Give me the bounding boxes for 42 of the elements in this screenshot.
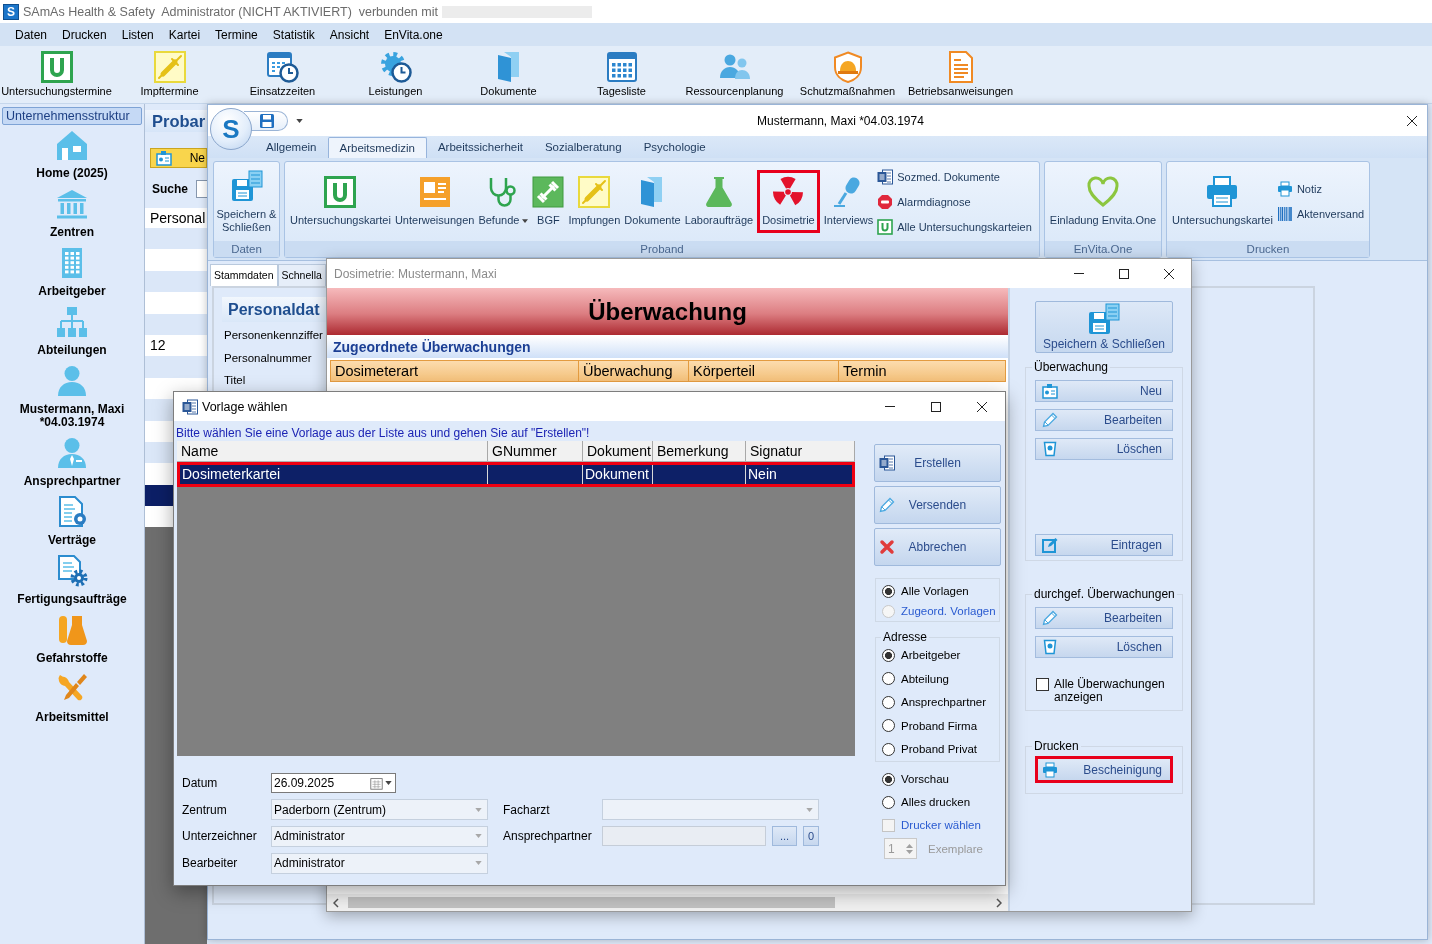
window-title: Mustermann, Maxi *04.03.1974 [756,113,925,128]
table-cell-text: Nein [747,465,778,484]
field-label: Ansprechpartner [503,829,593,844]
field-label: Personenkennziffer [223,328,323,343]
column-header: Überwachung [579,361,689,381]
group-label: Daten [214,241,279,257]
column-header: Körperteil [689,361,839,381]
section-title: Personaldat [222,297,326,322]
column-header: Name [177,441,488,461]
group-title: Drucken [1033,739,1080,753]
table-cell: Dokument [583,465,653,484]
group-label: EnVita.One [1045,241,1161,257]
field-label: Personalnummer [223,350,312,366]
app-logo: S [3,3,19,20]
search-label: Suche [152,182,188,196]
field-label: Datum [181,776,219,790]
column-header: Termin [842,362,888,381]
spinner-label: Exemplare [928,842,983,855]
column-header: Dokument [583,441,653,461]
panel-title: Probar [145,110,207,132]
window-title: SAmAs Health & Safety Administrator (NICHT AKTIVIERT) verbunden mit [23,4,438,19]
column-header: Bemerkung [653,441,746,461]
group-label: Proband [285,241,1039,257]
group-title: Überwachung [1033,360,1110,374]
column-header: GNummer [488,441,583,461]
banner: Überwachung [327,288,1008,335]
column-header: Signatur [746,441,855,461]
section-header: Zugeordnete Überwachungen [327,336,1008,358]
column-header: Personal [145,208,207,228]
instruction-text: Bitte wählen Sie eine Vorlage aus der Liste aus und gehen Sie auf "Erstellen"! [175,425,590,441]
field-label: Titel [223,373,246,388]
dialog-title: Vorlage wählen [202,399,289,414]
field-label: Zentrum [181,802,228,817]
field-label: Bearbeiter [181,856,239,871]
column-header: Dosimeterart [331,361,579,381]
field-label: Unterzeichner [181,829,258,844]
window-title: Dosimetrie: Mustermann, Maxi [334,266,498,281]
group-title: Adresse [882,630,929,644]
group-title: durchgef. Überwachungen [1033,587,1176,601]
field-label: Facharzt [503,802,551,817]
table-cell: Dosimeterkartei [180,465,488,484]
group-label: Drucken [1167,241,1369,257]
